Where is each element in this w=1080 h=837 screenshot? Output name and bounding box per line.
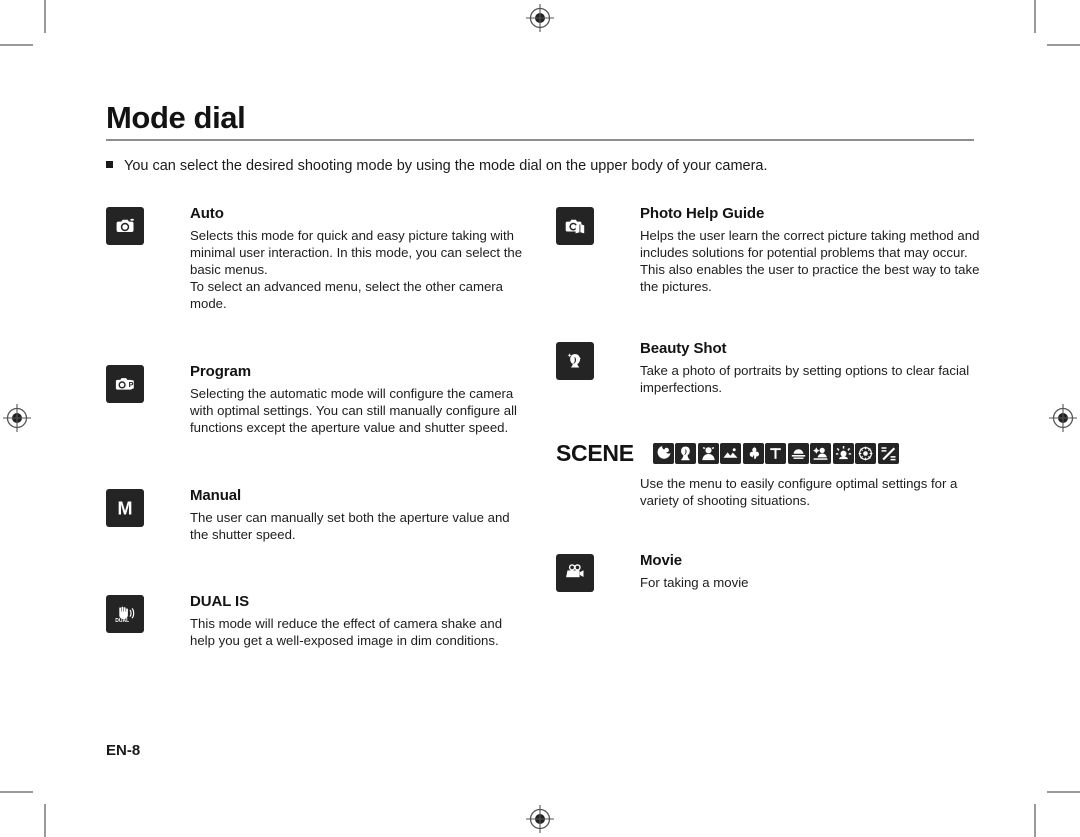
mode-description: The user can manually set both the apert…: [190, 509, 530, 543]
text-icon: [765, 442, 787, 464]
night-icon: [652, 442, 674, 464]
backlight-icon: [810, 442, 832, 464]
scene-label: SCENE: [556, 439, 634, 466]
mode-entry-scene: SCENE Use the menu to easily configure o…: [556, 440, 986, 509]
mode-entry-body: Auto Selects this mode for quick and eas…: [190, 205, 530, 312]
mode-description-line-1: For taking a movie: [640, 575, 749, 590]
camera-program-icon: P: [106, 365, 144, 403]
beauty-shot-face-icon: [556, 342, 594, 380]
portrait-icon: [675, 442, 697, 464]
mode-description: Helps the user learn the correct picture…: [640, 227, 980, 295]
dual-is-hand-icon: DUAL: [106, 595, 144, 633]
mode-description: Selects this mode for quick and easy pic…: [190, 227, 530, 312]
mode-heading: DUAL IS: [190, 593, 250, 610]
mode-description-line-1: Helps the user learn the correct picture…: [640, 228, 980, 294]
svg-text:P: P: [129, 380, 134, 389]
mode-description: Take a photo of portraits by setting opt…: [640, 362, 980, 396]
mode-heading: Auto: [190, 205, 224, 222]
fireworks-icon: [855, 442, 877, 464]
mode-heading: Beauty Shot: [640, 340, 727, 357]
scene-header-row: SCENE: [556, 440, 986, 466]
mode-entry-body: Movie For taking a movie: [640, 552, 980, 591]
mode-description-line-1: Selects this mode for quick and easy pic…: [190, 228, 523, 277]
scene-description-text: Use the menu to easily configure optimal…: [640, 476, 958, 508]
children-icon: [697, 442, 719, 464]
dawn-icon: [832, 442, 854, 464]
intro-paragraph: You can select the desired shooting mode…: [106, 157, 986, 175]
landscape-icon: [720, 442, 742, 464]
mode-heading: Program: [190, 363, 251, 380]
intro-text: You can select the desired shooting mode…: [124, 158, 768, 174]
svg-text:M: M: [118, 499, 133, 519]
mode-description: For taking a movie: [640, 574, 980, 591]
letter-m-icon: M: [106, 489, 144, 527]
page-title: Mode dial: [106, 100, 246, 135]
mode-description-line-1: Selecting the automatic mode will config…: [190, 386, 517, 435]
mode-entry-body: Photo Help Guide Helps the user learn th…: [640, 205, 980, 295]
mode-description-line-1: This mode will reduce the effect of came…: [190, 616, 503, 648]
scene-description: Use the menu to easily configure optimal…: [640, 475, 980, 509]
mode-description: This mode will reduce the effect of came…: [190, 615, 530, 649]
mode-entry-body: Program Selecting the automatic mode wil…: [190, 363, 530, 436]
mode-description-line-1: Take a photo of portraits by setting opt…: [640, 363, 970, 395]
mode-description-line-2: To select an advanced menu, select the o…: [190, 279, 504, 311]
mode-heading: Photo Help Guide: [640, 205, 765, 222]
mode-entry-body: DUAL IS This mode will reduce the effect…: [190, 593, 530, 649]
movie-camera-icon: [556, 554, 594, 592]
sunset-icon: [787, 442, 809, 464]
scene-icon-strip: [652, 442, 899, 464]
beach-and-snow-icon: [877, 442, 899, 464]
camera-icon: [106, 207, 144, 245]
mode-description: Selecting the automatic mode will config…: [190, 385, 530, 436]
close-up-icon: [742, 442, 764, 464]
mode-heading: Movie: [640, 552, 683, 569]
mode-description-line-1: The user can manually set both the apert…: [190, 510, 510, 542]
camera-help-guide-icon: [556, 207, 594, 245]
mode-heading: Manual: [190, 487, 242, 504]
bullet-square-icon: [106, 161, 113, 168]
manual-page: Mode dial You can select the desired sho…: [0, 0, 1080, 837]
mode-entry-body: Manual The user can manually set both th…: [190, 487, 530, 543]
mode-entry-body: Beauty Shot Take a photo of portraits by…: [640, 340, 980, 396]
title-underline-rule: [106, 139, 974, 141]
page-number: EN-8: [106, 742, 141, 759]
svg-text:DUAL: DUAL: [115, 618, 129, 624]
